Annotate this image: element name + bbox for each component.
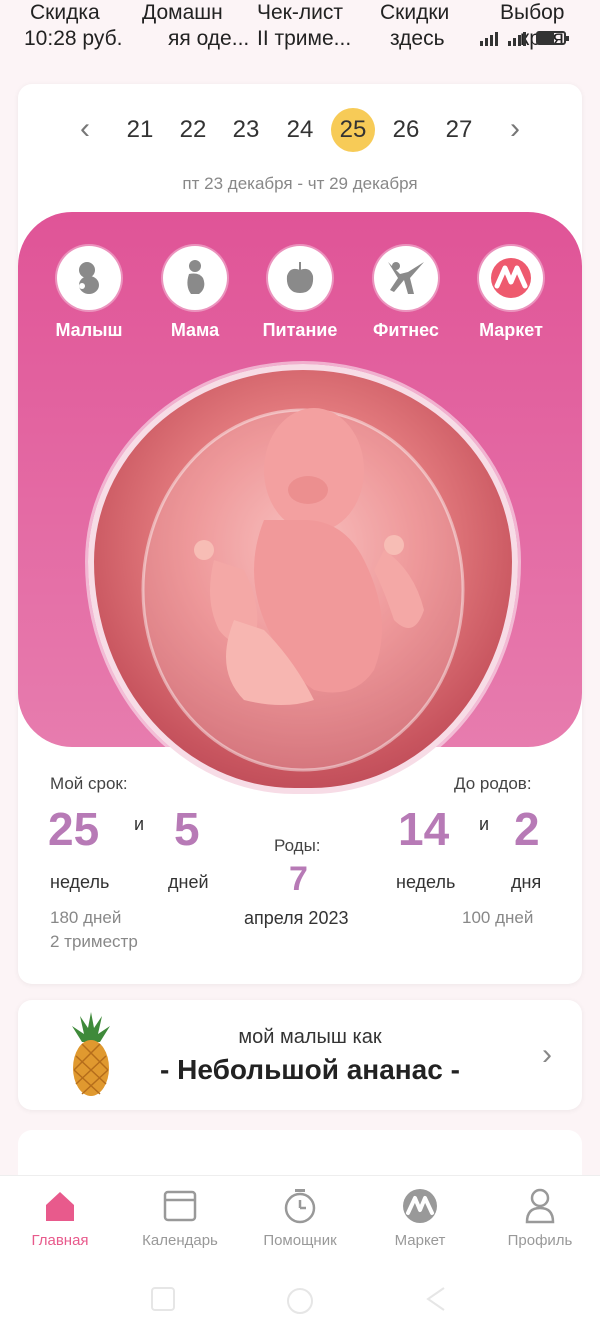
tab-title[interactable]: Домашн (142, 0, 223, 26)
calendar-icon (120, 1186, 240, 1226)
total-days: 180 дней (50, 908, 122, 927)
home-icon (0, 1186, 120, 1226)
bottom-navigation: Главная Календарь Помощник Маркет Профил… (0, 1175, 600, 1270)
category-label: Маркет (479, 320, 543, 340)
nav-label: Маркет (394, 1232, 446, 1249)
category-nutrition[interactable]: Питание (247, 246, 353, 341)
left-total-days: 100 дней (462, 908, 534, 927)
days-unit: дней (168, 872, 209, 892)
pregnancy-summary-card: ‹ 21 22 23 24 25 26 27 › пт 23 декабря -… (18, 84, 582, 984)
battery-icon (536, 31, 569, 45)
and-label: и (134, 814, 145, 834)
back-icon[interactable] (424, 1286, 450, 1317)
weeks-unit: недель (50, 872, 110, 892)
category-mother[interactable]: Мама (142, 246, 248, 341)
profile-icon (480, 1186, 600, 1226)
category-label: Фитнес (373, 320, 439, 340)
nav-market[interactable]: Маркет (360, 1186, 480, 1249)
left-days-value: 2 (514, 803, 540, 855)
nav-profile[interactable]: Профиль (480, 1186, 600, 1249)
left-weeks-unit: недель (396, 872, 456, 892)
status-bar: Скидка Домашн Чек-лист Скидки Выбор 10:2… (0, 0, 600, 56)
nav-home[interactable]: Главная (0, 1186, 120, 1249)
trimester: 2 триместр (50, 932, 138, 951)
tab-subtitle: здесь (390, 27, 445, 50)
birth-label: Роды: (274, 836, 321, 855)
tab-subtitle: II триме... (257, 27, 352, 50)
tab-subtitle: 10:28 руб. (24, 27, 123, 50)
birth-month: апреля 2023 (244, 908, 349, 928)
category-market[interactable]: Маркет (458, 246, 564, 341)
week-day[interactable]: 23 (224, 108, 268, 152)
baby-size-card[interactable]: мой малыш как - Небольшой ананас - › (18, 1000, 582, 1110)
left-label: До родов: (454, 774, 532, 793)
browser-tabs: Скидка Домашн Чек-лист Скидки Выбор (0, 0, 600, 26)
week-day[interactable]: 22 (171, 108, 215, 152)
weeks-value: 25 (48, 803, 100, 855)
timer-icon (240, 1186, 360, 1226)
left-weeks-value: 14 (398, 803, 450, 855)
nav-label: Главная (31, 1232, 89, 1249)
nav-assistant[interactable]: Помощник (240, 1186, 360, 1249)
system-icons (480, 30, 569, 46)
left-days-unit: дня (511, 872, 542, 892)
signal-icon (508, 30, 526, 46)
term-label: Мой срок: (50, 774, 128, 793)
week-day[interactable]: 24 (278, 108, 322, 152)
category-fitness[interactable]: Фитнес (353, 246, 459, 341)
tab-title[interactable]: Скидка (30, 0, 100, 26)
tab-subtitle: яя оде... (168, 27, 250, 50)
term-stats: Мой срок: 25 и 5 недель дней 180 дней 2 … (18, 764, 582, 984)
nav-label: Календарь (142, 1232, 218, 1249)
fitness-icon (374, 246, 438, 310)
nav-calendar[interactable]: Календарь (120, 1186, 240, 1249)
home-button-icon[interactable] (285, 1286, 315, 1321)
tab-title[interactable]: Скидки (380, 0, 449, 26)
baby-icon (57, 246, 121, 310)
week-range: пт 23 декабря - чт 29 декабря (182, 174, 418, 193)
week-day[interactable]: 27 (437, 108, 481, 152)
signal-icon (480, 30, 498, 46)
market-logo-icon (360, 1186, 480, 1226)
category-list: Малыш Мама Питание Фитнес Маркет (18, 246, 582, 346)
market-logo-icon (479, 246, 543, 310)
baby-size-intro: мой малыш как (238, 1026, 382, 1048)
system-navigation (0, 1270, 600, 1332)
prev-week-icon[interactable]: ‹ (70, 114, 100, 144)
nav-label: Профиль (507, 1232, 573, 1249)
apple-icon (268, 246, 332, 310)
birth-day: 7 (289, 860, 308, 898)
mother-icon (163, 246, 227, 310)
week-day[interactable]: 21 (118, 108, 162, 152)
category-baby[interactable]: Малыш (36, 246, 142, 341)
week-day[interactable]: 26 (384, 108, 428, 152)
tab-title[interactable]: Выбор (500, 0, 565, 26)
and-label: и (479, 814, 490, 834)
fetus-illustration (88, 364, 518, 794)
tab-title[interactable]: Чек-лист (257, 0, 343, 26)
category-label: Малыш (55, 320, 123, 340)
week-day-active[interactable]: 25 (331, 108, 375, 152)
week-navigator: ‹ 21 22 23 24 25 26 27 › (18, 106, 582, 156)
next-week-icon[interactable]: › (500, 114, 530, 144)
category-label: Мама (170, 320, 220, 340)
nav-label: Помощник (263, 1232, 337, 1249)
recent-apps-icon[interactable] (150, 1286, 176, 1317)
chevron-right-icon: › (542, 1038, 552, 1071)
baby-size-fruit: - Небольшой ананас - (160, 1054, 460, 1085)
days-value: 5 (174, 803, 200, 855)
category-label: Питание (262, 320, 338, 340)
